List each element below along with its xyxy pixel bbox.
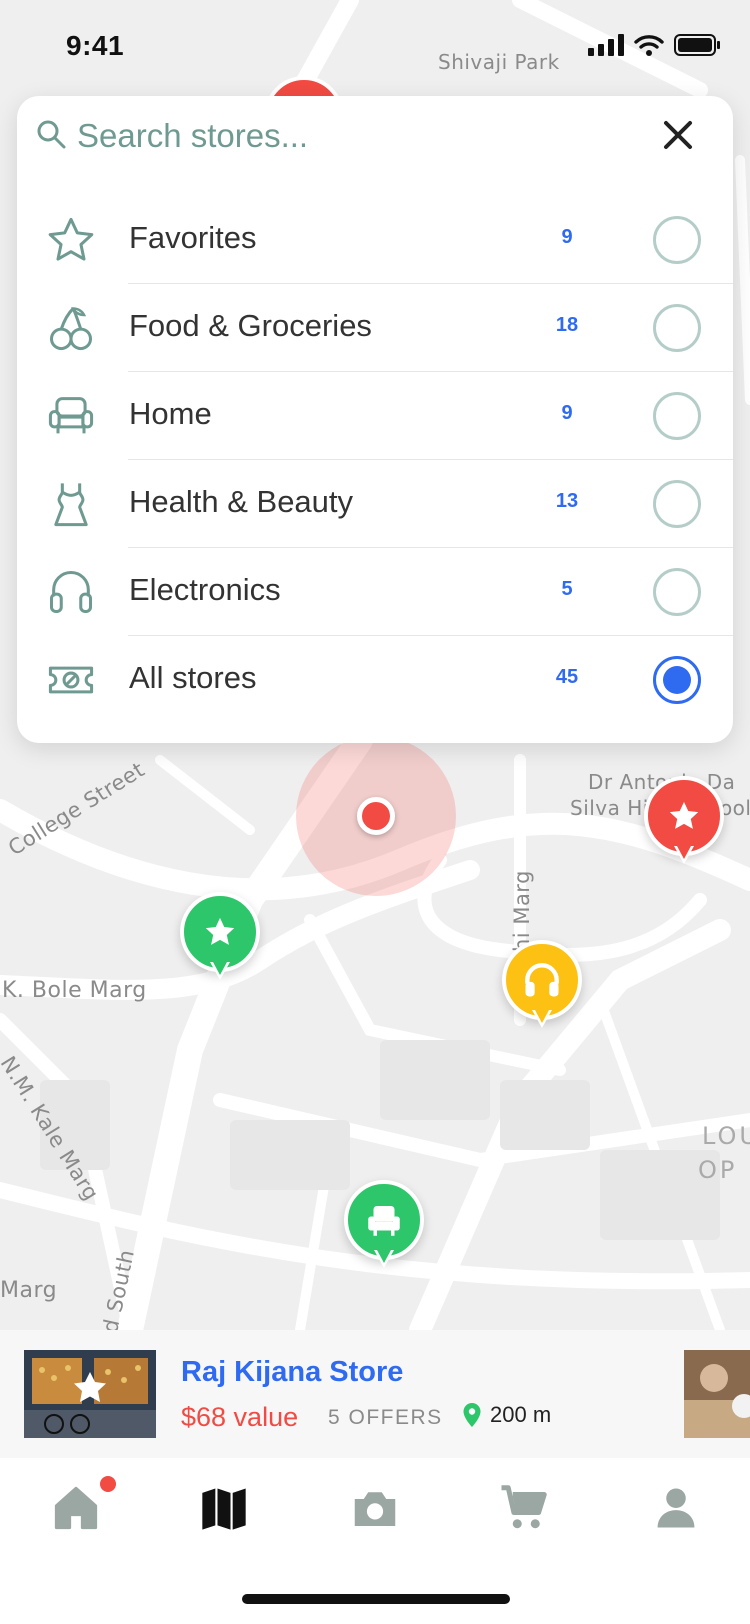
status-bar: 9:41 [0,0,750,92]
category-label: Home [129,396,212,431]
store-distance: 200 m [462,1402,551,1428]
star-icon [205,917,235,945]
store-thumbnail [24,1350,156,1438]
store-filter-panel: Favorites 9 Food & Groceries 18 Home 9 H… [17,96,733,743]
tab-profile[interactable] [646,1478,706,1538]
search-bar [17,96,733,178]
cellular-signal-icon [588,34,624,56]
headphones-icon [525,963,559,997]
store-distance-value: 200 m [490,1402,552,1427]
category-radio[interactable] [653,304,701,352]
category-count: 18 [555,314,579,336]
ticket-icon [48,666,94,694]
map-pin-favorite-green[interactable] [180,892,260,992]
store-card[interactable]: Raj Kijana Store $68 value 5 OFFERS 200 … [0,1330,750,1458]
category-row-health-beauty[interactable]: Health & Beauty 13 [17,460,733,548]
map-label-op: OP [698,1156,738,1184]
map-label-lou: LOU [702,1122,750,1150]
camera-icon [354,1492,396,1526]
category-count: 13 [555,490,579,512]
store-offers: 5 OFFERS [328,1406,443,1429]
category-radio[interactable] [653,392,701,440]
wifi-icon [634,35,664,56]
map-pin-electronics[interactable] [502,940,582,1040]
category-count: 9 [561,226,573,248]
cherries-icon [49,307,93,351]
store-name[interactable]: Raj Kijana Store [181,1356,403,1389]
search-icon [37,120,66,149]
category-label: Electronics [129,572,281,607]
dress-icon [54,483,88,527]
close-icon[interactable] [661,118,695,152]
category-row-electronics[interactable]: Electronics 5 [17,548,733,636]
tab-home[interactable] [46,1476,116,1538]
category-label: Favorites [129,220,257,255]
location-pin-icon [463,1403,481,1427]
category-row-all-stores[interactable]: All stores 45 [17,636,733,724]
category-radio[interactable] [653,216,701,264]
map-label-marg: Marg [0,1278,58,1303]
tab-camera[interactable] [345,1478,405,1538]
battery-icon [674,34,720,56]
cart-icon [501,1485,547,1529]
status-time: 9:41 [66,30,125,61]
user-location-marker [296,736,456,896]
category-row-home[interactable]: Home 9 [17,372,733,460]
star-icon [669,801,699,829]
home-indicator [242,1594,510,1604]
armchair-icon [368,1206,400,1236]
notification-badge [100,1476,116,1492]
search-input[interactable] [77,112,637,160]
category-radio[interactable] [653,480,701,528]
category-count: 9 [561,402,573,424]
headphones-icon [49,570,93,614]
user-location-dot [357,797,395,835]
store-thumbnail-next[interactable] [684,1350,750,1438]
map-label-bole-marg: K. Bole Marg [2,978,147,1003]
tab-cart[interactable] [494,1478,554,1538]
store-value: $68 value [181,1402,299,1432]
category-label: Health & Beauty [129,484,354,519]
category-radio[interactable] [653,656,701,704]
category-radio[interactable] [653,568,701,616]
map-pin-home[interactable] [344,1180,424,1280]
home-icon [54,1486,98,1530]
map-icon [202,1488,246,1530]
profile-icon [657,1488,695,1528]
category-label: Food & Groceries [129,308,372,343]
category-row-favorites[interactable]: Favorites 9 [17,196,733,284]
tab-map[interactable] [194,1478,254,1538]
armchair-icon [48,397,94,434]
category-row-food-groceries[interactable]: Food & Groceries 18 [17,284,733,372]
star-icon [48,217,94,261]
category-count: 5 [561,578,573,600]
category-label: All stores [129,660,257,695]
category-count: 45 [555,666,579,688]
map-pin-favorite-red[interactable] [644,776,724,876]
